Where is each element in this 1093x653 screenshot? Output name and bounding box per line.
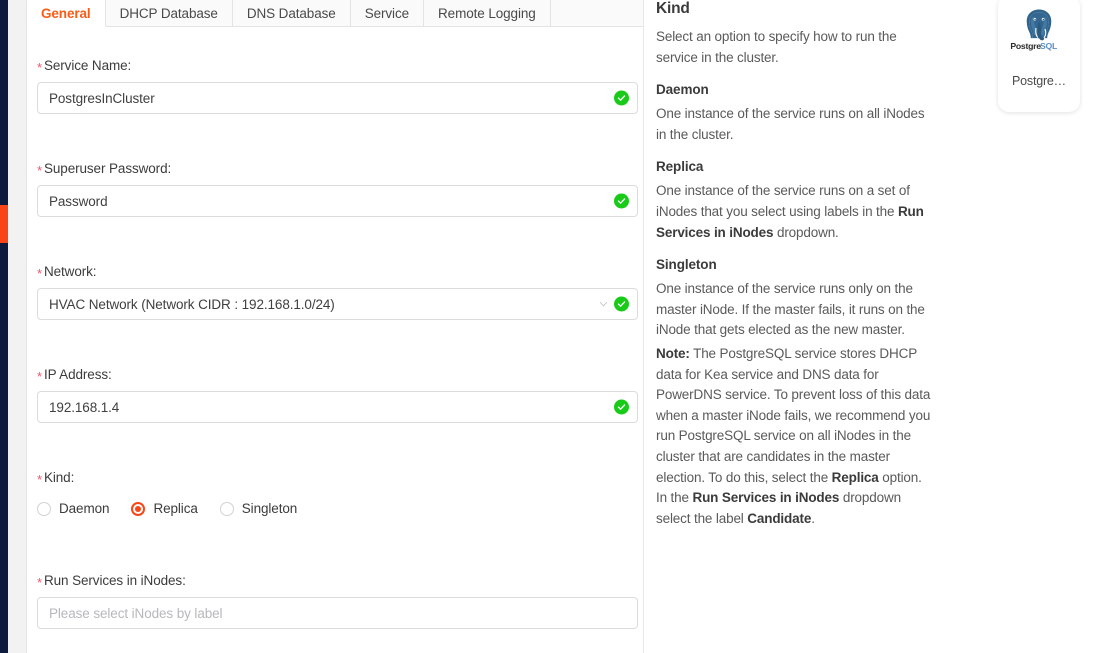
help-body-singleton: One instance of the service runs only on…: [656, 281, 925, 338]
network-select[interactable]: HVAC Network (Network CIDR : 192.168.1.0…: [37, 288, 638, 320]
radio-kind-replica-label: Replica: [153, 501, 198, 516]
chevron-down-icon[interactable]: [598, 299, 609, 310]
tab-dns-database[interactable]: DNS Database: [232, 0, 351, 27]
tab-remote-logging-label: Remote Logging: [438, 5, 536, 21]
superuser-password-label: * Superuser Password:: [37, 161, 638, 178]
field-service-name: * Service Name: PostgresInCluster: [37, 58, 638, 114]
help-heading-daemon: Daemon: [656, 82, 709, 98]
help-intro: Select an option to specify how to run t…: [656, 29, 897, 65]
kind-label-text: Kind:: [43, 470, 75, 485]
service-logo-card[interactable]: Postgre SQL Postgre…: [998, 0, 1080, 112]
radio-circle-selected-icon: [131, 501, 146, 516]
service-name-label-text: Service Name:: [43, 58, 132, 73]
radio-circle-icon: [219, 501, 234, 516]
tab-dhcp-database-label: DHCP Database: [119, 5, 218, 21]
service-name-value: PostgresInCluster: [49, 90, 155, 106]
tab-dhcp-database[interactable]: DHCP Database: [105, 0, 233, 27]
run-services-placeholder: Please select iNodes by label: [49, 605, 223, 621]
contextual-help-panel: Kind Select an option to specify how to …: [645, 0, 945, 653]
tab-general[interactable]: General: [27, 0, 106, 27]
svg-text:Postgre: Postgre: [1010, 41, 1041, 51]
tab-bar-filler: [550, 0, 643, 27]
run-services-inodes-select[interactable]: Please select iNodes by label: [37, 597, 638, 629]
field-ip-address: * IP Address: 192.168.1.4: [37, 367, 638, 423]
nav-rail-active-indicator: [0, 205, 8, 243]
ip-address-label: * IP Address:: [37, 367, 638, 384]
required-asterisk: *: [37, 266, 42, 281]
help-body-daemon: One instance of the service runs on all …: [656, 106, 925, 142]
ip-address-input[interactable]: 192.168.1.4: [37, 391, 638, 423]
network-label-text: Network:: [43, 264, 97, 279]
superuser-password-input[interactable]: Password: [37, 185, 638, 217]
tab-service[interactable]: Service: [350, 0, 425, 27]
service-config-form-panel: General DHCP Database DNS Database Servi…: [27, 0, 644, 653]
radio-kind-singleton-label: Singleton: [241, 501, 298, 516]
tab-remote-logging[interactable]: Remote Logging: [424, 0, 551, 27]
radio-kind-singleton[interactable]: Singleton: [219, 501, 298, 516]
required-asterisk: *: [37, 163, 42, 178]
content-gutter: [8, 0, 27, 653]
service-name-input[interactable]: PostgresInCluster: [37, 82, 638, 114]
help-heading-replica: Replica: [656, 159, 704, 175]
ip-address-value: 192.168.1.4: [49, 399, 120, 415]
kind-radio-group: Daemon Replica Singleton: [37, 501, 638, 516]
field-kind: * Kind: Daemon Replica Singleton: [37, 470, 638, 516]
service-logo-caption: Postgre…: [1012, 74, 1066, 88]
help-title: Kind: [656, 0, 690, 17]
radio-kind-daemon[interactable]: Daemon: [37, 501, 110, 516]
app-nav-rail: [0, 0, 8, 653]
postgresql-logo: Postgre SQL: [1010, 9, 1058, 51]
run-services-label: * Run Services in iNodes:: [37, 573, 638, 590]
field-run-services-in-inodes: * Run Services in iNodes: Please select i…: [37, 573, 638, 629]
superuser-password-label-text: Superuser Password:: [43, 161, 172, 176]
ip-address-label-text: IP Address:: [43, 367, 112, 382]
required-asterisk: *: [37, 369, 42, 384]
help-note: Note: The PostgreSQL service stores DHCP…: [656, 345, 931, 526]
radio-circle-icon: [37, 501, 51, 516]
valid-check-icon: [614, 399, 629, 415]
radio-kind-replica[interactable]: Replica: [131, 501, 198, 516]
help-heading-singleton: Singleton: [656, 257, 717, 273]
service-name-label: * Service Name:: [37, 58, 638, 75]
config-tab-bar: General DHCP Database DNS Database Servi…: [27, 0, 643, 27]
radio-kind-daemon-label: Daemon: [59, 501, 110, 516]
tab-general-label: General: [41, 5, 91, 21]
valid-check-icon: [614, 193, 629, 209]
help-body-replica: One instance of the service runs on a se…: [656, 183, 924, 240]
run-services-label-text: Run Services in iNodes:: [43, 573, 186, 588]
field-network: * Network: HVAC Network (Network CIDR : 1…: [37, 264, 638, 320]
required-asterisk: *: [37, 472, 42, 487]
kind-label: * Kind:: [37, 470, 638, 487]
svg-text:SQL: SQL: [1040, 41, 1058, 51]
network-selected-value: HVAC Network (Network CIDR : 192.168.1.0…: [49, 296, 335, 312]
network-label: * Network:: [37, 264, 638, 281]
field-superuser-password: * Superuser Password: Password: [37, 161, 638, 217]
required-asterisk: *: [37, 60, 42, 75]
required-asterisk: *: [37, 575, 42, 590]
superuser-password-value: Password: [49, 193, 108, 209]
valid-check-icon: [614, 296, 629, 312]
valid-check-icon: [614, 90, 629, 106]
tab-service-label: Service: [364, 5, 410, 21]
tab-dns-database-label: DNS Database: [246, 5, 336, 21]
